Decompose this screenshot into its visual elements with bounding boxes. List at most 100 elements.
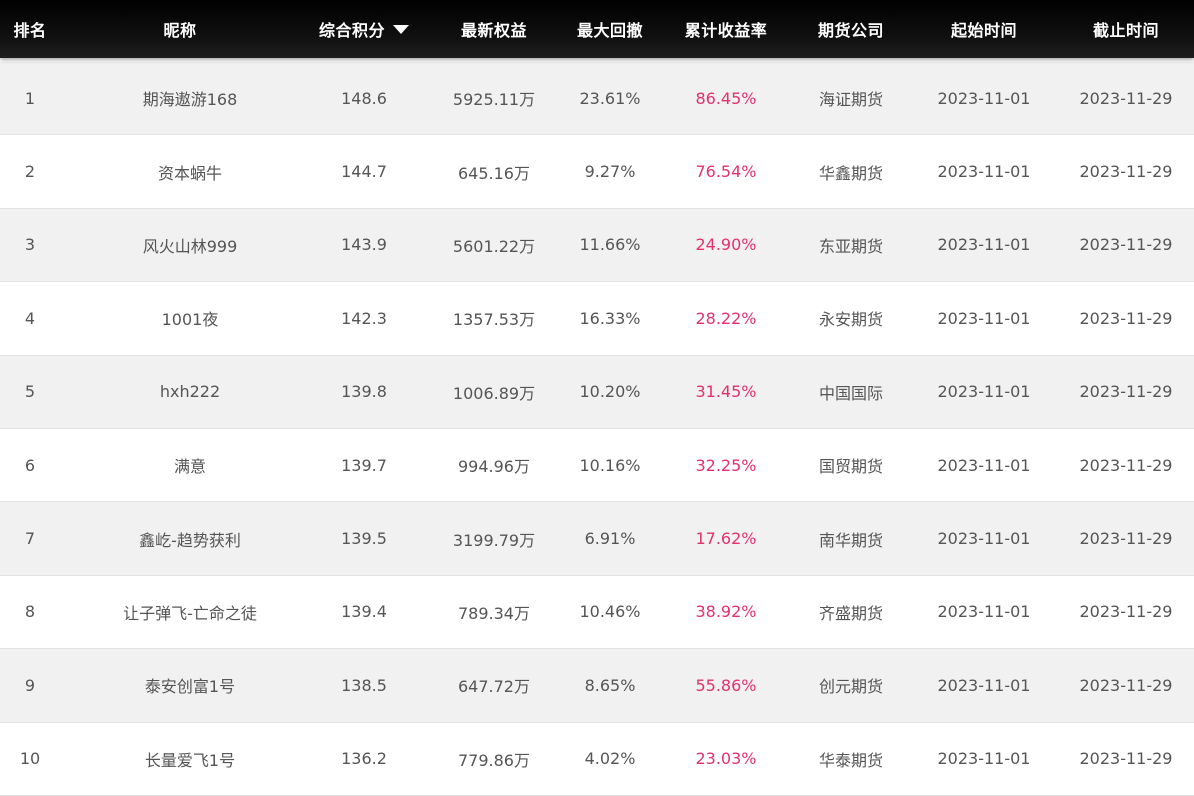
company-cell: 创元期货 [818,677,883,697]
table-row[interactable]: 3 风火山林999 143.9 5601.22万 11.66% 24.90% 东亚期货 202… [0,208,1194,283]
rank-cell: 5 [24,382,36,402]
start-date-cell: 2023-11-01 [937,529,1031,549]
header-nickname: 昵称 [60,0,300,58]
start-date-cell: 2023-11-01 [937,602,1031,622]
start-date-cell: 2023-11-01 [937,749,1031,769]
score-cell: 143.9 [341,235,387,255]
return-cell: 28.22% [695,308,757,328]
end-date-cell: 2023-11-29 [1079,602,1173,622]
score-cell: 139.4 [341,602,387,622]
header-nickname-label: 昵称 [163,21,197,40]
drawdown-cell: 4.02% [584,749,636,769]
table-row[interactable]: 4 1001夜 142.3 1357.53万 16.33% 28.22% 永安期货 2023-… [0,282,1194,356]
nickname-cell[interactable]: 1001夜 [80,282,300,354]
header-rank: 排名 [0,0,60,58]
equity-cell: 3199.79万 [452,530,536,550]
end-date-cell: 2023-11-29 [1079,308,1173,328]
table-header: 排名 昵称 综合积分 最新权益 最大回撤 累计收益率 期货公司 起始时间 截止时… [0,0,1194,58]
header-rank-label: 排名 [13,21,47,40]
company-cell: 华泰期货 [818,750,883,770]
table-row[interactable]: 10 长量爱飞1号 136.2 779.86万 4.02% 23.03% 华泰期货 2023-… [0,722,1194,796]
nickname-cell[interactable]: 满意 [80,429,300,501]
rank-cell: 6 [24,455,36,475]
equity-cell: 994.96万 [458,457,530,477]
table-row[interactable]: 6 满意 139.7 994.96万 10.16% 32.25% 国贸期货 2023-11-0… [0,429,1194,503]
company-cell: 南华期货 [818,530,883,550]
return-cell: 38.92% [695,602,757,622]
header-end-label: 截止时间 [1092,21,1159,40]
header-end: 截止时间 [1058,0,1194,58]
equity-cell: 5601.22万 [452,236,536,256]
nickname-cell[interactable]: 风火山林999 [80,209,300,281]
score-cell: 139.5 [341,529,387,549]
end-date-cell: 2023-11-29 [1079,455,1173,475]
nickname-cell[interactable]: 资本蜗牛 [80,135,300,207]
header-start-label: 起始时间 [950,21,1017,40]
nickname-cell[interactable]: hxh222 [80,356,300,428]
table-row[interactable]: 1 期海遨游168 148.6 5925.11万 23.61% 86.45% 海证期货 202… [0,62,1194,136]
rank-cell: 1 [24,88,36,108]
drawdown-cell: 6.91% [584,529,636,549]
return-cell: 23.03% [695,749,757,769]
table-row[interactable]: 2 资本蜗牛 144.7 645.16万 9.27% 76.54% 华鑫期货 2023-11-… [0,135,1194,209]
company-cell: 永安期货 [818,310,883,330]
rank-cell: 8 [24,602,36,622]
equity-cell: 779.86万 [458,750,530,770]
score-cell: 142.3 [341,308,387,328]
equity-cell: 5925.11万 [452,90,536,110]
nickname-cell[interactable]: 泰安创富1号 [80,649,300,721]
header-return: 累计收益率 [660,0,792,58]
header-company-label: 期货公司 [817,21,884,40]
drawdown-cell: 10.20% [579,382,641,402]
rank-cell: 2 [24,162,36,182]
start-date-cell: 2023-11-01 [937,162,1031,182]
score-cell: 139.7 [341,455,387,475]
equity-cell: 1357.53万 [452,310,536,330]
drawdown-cell: 8.65% [584,675,636,695]
company-cell: 华鑫期货 [818,163,883,183]
rank-cell: 10 [19,749,41,769]
header-equity: 最新权益 [428,0,560,58]
table-row[interactable]: 9 泰安创富1号 138.5 647.72万 8.65% 55.86% 创元期货 2023-1… [0,649,1194,723]
header-drawdown-label: 最大回撤 [576,21,643,40]
nickname-cell[interactable]: 让子弹飞-亡命之徒 [80,576,300,648]
end-date-cell: 2023-11-29 [1079,235,1173,255]
table-row[interactable]: 8 让子弹飞-亡命之徒 139.4 789.34万 10.46% 38.92% 齐盛期货 20… [0,575,1194,650]
return-cell: 76.54% [695,162,757,182]
header-drawdown: 最大回撤 [560,0,660,58]
table-row[interactable]: 7 鑫屹-趋势获利 139.5 3199.79万 6.91% 17.62% 南华期货 2023… [0,502,1194,576]
drawdown-cell: 16.33% [579,308,641,328]
company-cell: 海证期货 [818,90,883,110]
nickname-cell[interactable]: 期海遨游168 [80,62,300,134]
header-score-label: 综合积分 [318,21,385,40]
header-score-sort-button[interactable]: 综合积分 [300,0,428,58]
start-date-cell: 2023-11-01 [937,455,1031,475]
return-cell: 31.45% [695,382,757,402]
equity-cell: 789.34万 [458,603,530,623]
return-cell: 55.86% [695,675,757,695]
company-cell: 国贸期货 [818,457,883,477]
return-cell: 86.45% [695,88,757,108]
rank-cell: 9 [24,675,36,695]
header-equity-label: 最新权益 [460,21,527,40]
score-cell: 148.6 [341,88,387,108]
equity-cell: 1006.89万 [452,383,536,403]
drawdown-cell: 9.27% [584,162,636,182]
end-date-cell: 2023-11-29 [1079,88,1173,108]
start-date-cell: 2023-11-01 [937,308,1031,328]
equity-cell: 647.72万 [458,677,530,697]
table-row[interactable]: 5 hxh222 139.8 1006.89万 10.20% 31.45% 中国国际 2023… [0,355,1194,429]
start-date-cell: 2023-11-01 [937,382,1031,402]
end-date-cell: 2023-11-29 [1079,749,1173,769]
nickname-cell[interactable]: 长量爱飞1号 [80,723,300,795]
header-start: 起始时间 [910,0,1058,58]
rank-cell: 3 [24,235,36,255]
score-cell: 136.2 [341,749,387,769]
header-return-label: 累计收益率 [684,21,768,40]
drawdown-cell: 23.61% [579,88,641,108]
drawdown-cell: 11.66% [579,235,641,255]
nickname-cell[interactable]: 鑫屹-趋势获利 [80,502,300,574]
score-cell: 139.8 [341,382,387,402]
company-cell: 东亚期货 [818,236,883,256]
header-company: 期货公司 [792,0,910,58]
